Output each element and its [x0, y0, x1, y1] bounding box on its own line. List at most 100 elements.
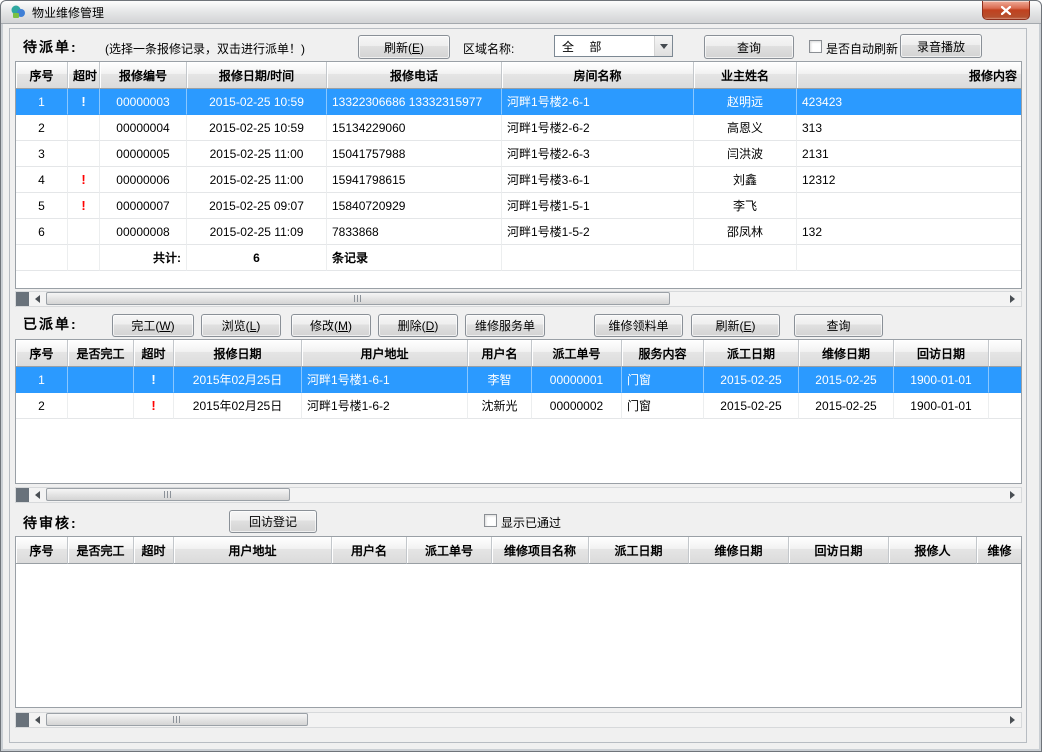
scrollbar-corner [16, 713, 29, 727]
cell: 15840720929 [327, 193, 502, 219]
scrollbar-corner [16, 488, 29, 502]
column-header: 用户名 [332, 537, 407, 564]
pending-h-scrollbar [15, 291, 1022, 307]
region-select[interactable]: 全 部 [554, 35, 673, 57]
cell: 门窗 [622, 393, 704, 419]
cell: 6 [16, 219, 68, 245]
titlebar[interactable]: 物业维修管理 [1, 1, 1041, 24]
scroll-left-button[interactable] [29, 488, 46, 502]
cell: 共计: [100, 245, 187, 271]
cell: 132 [797, 219, 1022, 245]
scroll-left-button[interactable] [29, 713, 46, 727]
cell [16, 245, 68, 271]
close-button[interactable] [982, 1, 1030, 20]
query-button[interactable]: 查询 [704, 35, 794, 59]
cell: 2015-02-25 10:59 [187, 89, 327, 115]
column-header: 报修内容 [797, 62, 1022, 89]
column-header: 序号 [16, 62, 68, 89]
scroll-left-button[interactable] [29, 292, 46, 306]
query-button[interactable]: 查询 [794, 314, 883, 337]
delete-button[interactable]: 删除(D) [378, 314, 458, 337]
cell: 3 [16, 141, 68, 167]
cell [989, 367, 1022, 393]
scroll-right-button[interactable] [1004, 488, 1021, 502]
summary-row: 共计:6条记录 [16, 245, 1022, 271]
cell [68, 245, 100, 271]
column-header: 派工日期 [589, 537, 689, 564]
cell: 条记录 [327, 245, 502, 271]
column-header: 报修编号 [100, 62, 187, 89]
show-passed-label: 显示已通过 [501, 514, 561, 531]
review-table: 序号是否完工超时用户地址用户名派工单号维修项目名称派工日期维修日期回访日期报修人… [15, 536, 1022, 708]
browse-button[interactable]: 浏览(L) [201, 314, 281, 337]
cell: 河畔1号楼3-6-1 [502, 167, 694, 193]
column-header [989, 340, 1022, 367]
repair-service-order-button[interactable]: 维修服务单 [465, 314, 545, 337]
cell: 2015-02-25 10:59 [187, 115, 327, 141]
scroll-right-button[interactable] [1004, 713, 1021, 727]
cell: 门窗 [622, 367, 704, 393]
table-row[interactable]: 5!000000072015-02-25 09:0715840720929河畔1… [16, 193, 1022, 219]
scrollbar-track[interactable] [46, 488, 1004, 502]
column-header: 房间名称 [502, 62, 694, 89]
scroll-right-button[interactable] [1004, 292, 1021, 306]
cell: 刘鑫 [694, 167, 797, 193]
table-row[interactable]: 3000000052015-02-25 11:0015041757988河畔1号… [16, 141, 1022, 167]
scrollbar-track[interactable] [46, 713, 1004, 727]
cell: 00000006 [100, 167, 187, 193]
table-row[interactable]: 1!000000032015-02-25 10:5913322306686 13… [16, 89, 1022, 115]
scrollbar-thumb[interactable] [46, 488, 290, 501]
pending-orders-table: 序号超时报修编号报修日期/时间报修电话房间名称业主姓名报修内容1!0000000… [15, 61, 1022, 289]
repair-material-order-button[interactable]: 维修领料单 [594, 314, 683, 337]
cell: 5 [16, 193, 68, 219]
cell: 2015-02-25 11:09 [187, 219, 327, 245]
column-header: 报修日期/时间 [187, 62, 327, 89]
cell [68, 141, 100, 167]
cell: 2015-02-25 [704, 367, 799, 393]
cell: 13322306686 13332315977 [327, 89, 502, 115]
finish-button[interactable]: 完工(W) [112, 314, 194, 337]
column-header: 用户名 [468, 340, 532, 367]
visit-register-button[interactable]: 回访登记 [229, 510, 317, 533]
column-header: 业主姓名 [694, 62, 797, 89]
cell: 2015-02-25 [704, 393, 799, 419]
cell: 河畔1号楼1-5-1 [502, 193, 694, 219]
window-title: 物业维修管理 [32, 4, 104, 21]
scrollbar-track[interactable] [46, 292, 1004, 306]
auto-refresh-checkbox[interactable] [809, 40, 822, 53]
cell: 15941798615 [327, 167, 502, 193]
scrollbar-thumb[interactable] [46, 713, 308, 726]
table-row[interactable]: 6000000082015-02-25 11:097833868河畔1号楼1-5… [16, 219, 1022, 245]
chevron-down-icon[interactable] [654, 36, 672, 56]
cell: 00000008 [100, 219, 187, 245]
column-header: 序号 [16, 340, 68, 367]
table-row[interactable]: 2000000042015-02-25 10:5915134229060河畔1号… [16, 115, 1022, 141]
cell: 闫洪波 [694, 141, 797, 167]
cell: 李飞 [694, 193, 797, 219]
cell: 邵凤林 [694, 219, 797, 245]
pending-hint: (选择一条报修记录，双击进行派单！) [105, 40, 305, 57]
cell [68, 115, 100, 141]
cell: 2 [16, 115, 68, 141]
record-play-button[interactable]: 录音播放 [900, 34, 982, 58]
table-row[interactable]: 4!000000062015-02-25 11:0015941798615河畔1… [16, 167, 1022, 193]
app-icon [10, 4, 26, 20]
scrollbar-thumb[interactable] [46, 292, 670, 305]
table-row[interactable]: 2!2015年02月25日河畔1号楼1-6-2沈新光00000002门窗2015… [16, 393, 1022, 419]
table-row[interactable]: 1!2015年02月25日河畔1号楼1-6-1李智00000001门窗2015-… [16, 367, 1022, 393]
cell [68, 367, 134, 393]
cell: 河畔1号楼2-6-3 [502, 141, 694, 167]
cell: ! [134, 367, 174, 393]
cell: 2015-02-25 [799, 393, 894, 419]
cell [68, 393, 134, 419]
column-header: 维修 [977, 537, 1022, 564]
refresh-button[interactable]: 刷新(E) [691, 314, 780, 337]
column-header: 报修日期 [174, 340, 302, 367]
dispatched-section-label: 已派单: [23, 314, 78, 334]
cell: 河畔1号楼2-6-2 [502, 115, 694, 141]
column-header: 服务内容 [622, 340, 704, 367]
modify-button[interactable]: 修改(M) [291, 314, 371, 337]
cell: 李智 [468, 367, 532, 393]
refresh-button[interactable]: 刷新(E) [358, 35, 450, 59]
show-passed-checkbox[interactable] [484, 514, 497, 527]
